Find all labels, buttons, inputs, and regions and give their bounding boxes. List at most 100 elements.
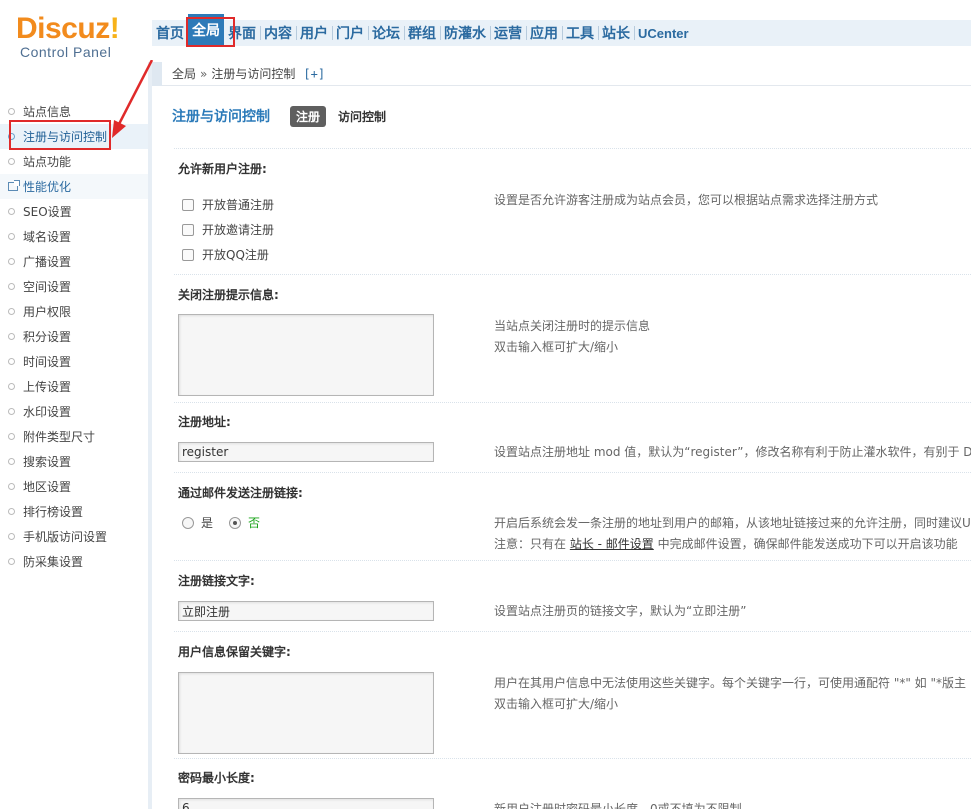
nav-home[interactable]: 首页: [152, 20, 188, 46]
sidebar-item-basic[interactable]: 站点信息: [0, 99, 148, 124]
sidebar-menu: 站点信息 注册与访问控制 站点功能 性能优化 SEO设置 域名设置 广播设置 空…: [0, 99, 148, 574]
sidebar-item-mobile[interactable]: 手机版访问设置: [0, 524, 148, 549]
divider: [174, 560, 971, 561]
radio-yes[interactable]: [182, 516, 194, 529]
bullet-icon: [8, 558, 15, 565]
hint-close-message-2: 双击输入框可扩大/缩小: [494, 340, 619, 354]
censor-user-textarea[interactable]: [178, 672, 434, 754]
tab-access[interactable]: 访问控制: [332, 106, 392, 127]
sidebar-item-datetime[interactable]: 时间设置: [0, 349, 148, 374]
bullet-icon: [8, 433, 15, 440]
sidebar-item-access[interactable]: 注册与访问控制: [0, 124, 148, 149]
hint-email-link-1: 开启后系统会发一条注册的地址到用户的邮箱，从该地址链接过来的允许注册，同时建议U: [494, 516, 971, 530]
bullet-icon: [8, 108, 15, 115]
crumb-notch: [152, 61, 162, 86]
sidebar-item-search[interactable]: 搜索设置: [0, 449, 148, 474]
nav-forum[interactable]: 论坛: [368, 20, 404, 46]
sidebar-item-district[interactable]: 地区设置: [0, 474, 148, 499]
bullet-icon: [8, 208, 15, 215]
sidebar: 站点信息 注册与访问控制 站点功能 性能优化 SEO设置 域名设置 广播设置 空…: [0, 62, 152, 809]
sidebar-item-upload[interactable]: 上传设置: [0, 374, 148, 399]
tab-register[interactable]: 注册: [290, 105, 327, 127]
checkbox-icon[interactable]: [182, 198, 194, 211]
bullet-icon: [8, 133, 15, 140]
bullet-icon: [8, 333, 15, 340]
bullet-icon: [8, 158, 15, 165]
close-message-textarea[interactable]: [178, 314, 434, 396]
nav-group[interactable]: 群组: [404, 20, 440, 46]
discuz-logo[interactable]: Discuz! Control Panel: [16, 12, 120, 60]
bullet-icon: [8, 308, 15, 315]
nav-extended[interactable]: 运营: [490, 20, 526, 46]
email-link-radios: 是 否: [182, 514, 276, 531]
label-register-link-text: 注册链接文字:: [178, 574, 255, 588]
mail-settings-link[interactable]: 站长 - 邮件设置: [570, 537, 654, 551]
label-allow-register: 允许新用户注册:: [178, 162, 267, 176]
sidebar-item-seo[interactable]: SEO设置: [0, 199, 148, 224]
register-url-input[interactable]: register: [178, 442, 434, 462]
register-link-text-input[interactable]: 立即注册: [178, 601, 434, 621]
nav-safe[interactable]: 防灌水: [440, 20, 490, 46]
sidebar-item-domain[interactable]: 域名设置: [0, 224, 148, 249]
checkbox-qq-register[interactable]: 开放QQ注册: [182, 246, 269, 263]
external-link-icon: [8, 180, 20, 191]
bullet-icon: [8, 283, 15, 290]
checkbox-invite-register[interactable]: 开放邀请注册: [182, 221, 274, 238]
sidebar-item-credits[interactable]: 积分设置: [0, 324, 148, 349]
crumb-sep: »: [200, 66, 208, 81]
nav-tools[interactable]: 工具: [562, 20, 598, 46]
hint-censor-user-1: 用户在其用户信息中无法使用这些关键字。每个关键字一行，可使用通配符 "*" 如 …: [494, 676, 967, 690]
divider: [174, 631, 971, 632]
bullet-icon: [8, 508, 15, 515]
bullet-icon: [8, 258, 15, 265]
hint-register-link-text: 设置站点注册页的链接文字，默认为“立即注册”: [494, 604, 747, 618]
divider: [174, 274, 971, 275]
crumb-root[interactable]: 全局: [172, 65, 196, 82]
nav-user[interactable]: 用户: [296, 20, 332, 46]
password-length-input[interactable]: 6: [178, 798, 434, 809]
radio-no[interactable]: [229, 516, 242, 529]
breadcrumb: 全局 » 注册与访问控制 [+]: [152, 61, 971, 86]
sidebar-item-attachtype[interactable]: 附件类型尺寸: [0, 424, 148, 449]
divider: [174, 758, 971, 759]
hint-close-message-1: 当站点关闭注册时的提示信息: [494, 319, 651, 333]
nav-portal[interactable]: 门户: [332, 20, 368, 46]
sidebar-item-performance[interactable]: 性能优化: [0, 174, 148, 199]
nav-ucenter[interactable]: UCenter: [634, 20, 693, 46]
logo-subtitle: Control Panel: [20, 44, 112, 60]
nav-content[interactable]: 内容: [260, 20, 296, 46]
hint-email-link-2: 注意：只有在 站长 - 邮件设置 中完成邮件设置，确保邮件能发送成功下可以开启该…: [494, 537, 958, 551]
add-shortcut-button[interactable]: [+]: [303, 67, 325, 81]
sidebar-item-watermark[interactable]: 水印设置: [0, 399, 148, 424]
hint-allow-register: 设置是否允许游客注册成为站点会员，您可以根据站点需求选择注册方式: [494, 193, 879, 207]
sidebar-item-home[interactable]: 空间设置: [0, 274, 148, 299]
nav-plugin[interactable]: 应用: [526, 20, 562, 46]
sidebar-item-antitheft[interactable]: 防采集设置: [0, 549, 148, 574]
divider: [174, 148, 971, 149]
main-panel: 注册与访问控制 注册 访问控制 允许新用户注册: 开放普通注册 开放邀请注册 开…: [166, 100, 971, 809]
divider: [174, 402, 971, 403]
label-close-message: 关闭注册提示信息:: [178, 288, 279, 302]
logo-wordmark: Discuz!: [16, 12, 120, 45]
sidebar-item-permission[interactable]: 用户权限: [0, 299, 148, 324]
nav-style[interactable]: 界面: [224, 20, 260, 46]
label-password-length: 密码最小长度:: [178, 771, 255, 785]
hint-censor-user-2: 双击输入框可扩大/缩小: [494, 697, 619, 711]
bullet-icon: [8, 358, 15, 365]
checkbox-open-register[interactable]: 开放普通注册: [182, 196, 274, 213]
nav-founder[interactable]: 站长: [598, 20, 634, 46]
sidebar-item-functions[interactable]: 站点功能: [0, 149, 148, 174]
label-censor-user: 用户信息保留关键字:: [178, 645, 291, 659]
checkbox-icon[interactable]: [182, 223, 194, 236]
bullet-icon: [8, 458, 15, 465]
radio-no-label[interactable]: 否: [248, 514, 260, 531]
bullet-icon: [8, 483, 15, 490]
nav-global[interactable]: 全局: [188, 14, 224, 46]
hint-password-length: 新用户注册时密码最小长度，0或不填为不限制: [494, 802, 742, 809]
checkbox-icon[interactable]: [182, 248, 194, 261]
bullet-icon: [8, 383, 15, 390]
top-nav: 首页 全局 界面 内容 用户 门户 论坛 群组 防灌水 运营 应用 工具 站长 …: [152, 14, 971, 46]
sidebar-item-follow[interactable]: 广播设置: [0, 249, 148, 274]
radio-yes-label[interactable]: 是: [201, 514, 213, 531]
sidebar-item-ranklist[interactable]: 排行榜设置: [0, 499, 148, 524]
